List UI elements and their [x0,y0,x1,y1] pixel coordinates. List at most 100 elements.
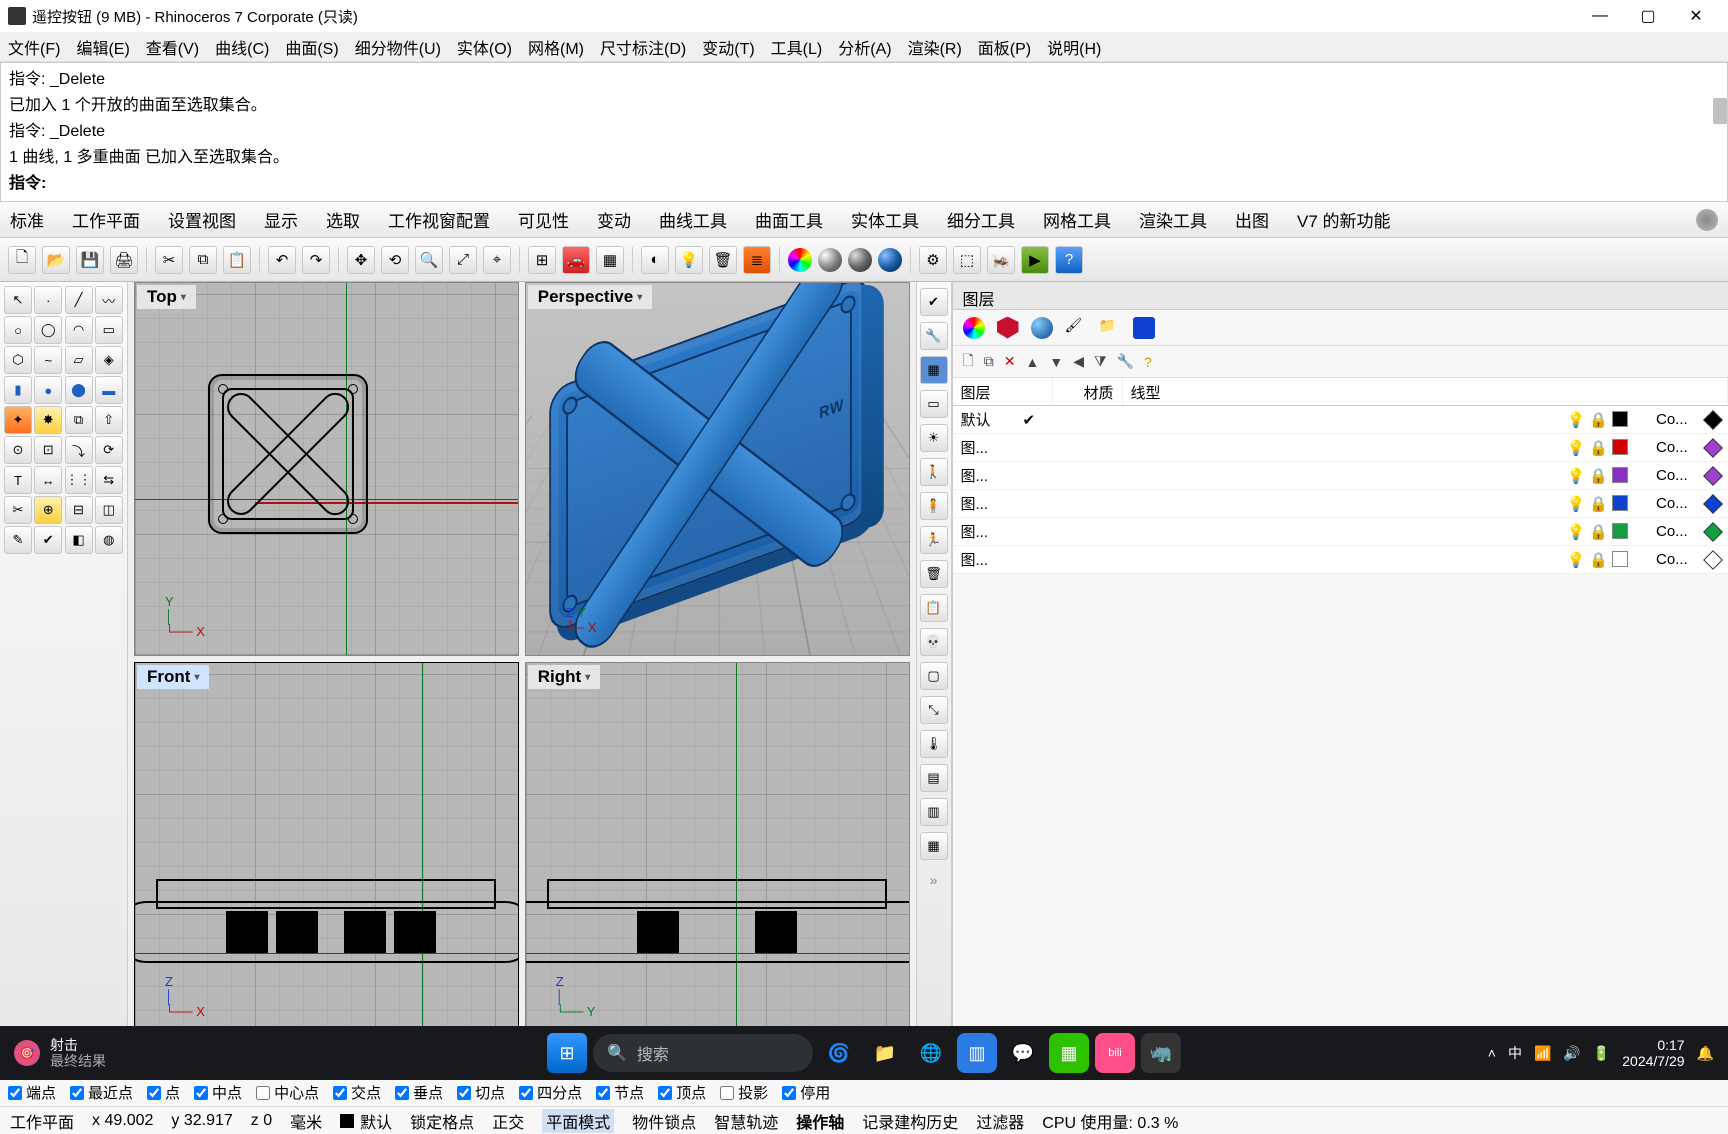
plane-icon[interactable]: ▬ [95,376,123,404]
osnap-checkbox[interactable] [658,1086,672,1100]
status-filter[interactable]: 过滤器 [976,1109,1024,1133]
move-up-icon[interactable]: ▲ [1026,354,1040,370]
wrench-icon[interactable]: 🔧 [920,322,948,350]
osnap-中心点[interactable]: 中心点 [256,1082,319,1103]
tray-chevron-icon[interactable]: ˄ [1488,1045,1496,1061]
task-bilibili-icon[interactable]: bili [1095,1033,1135,1073]
scrollbar-thumb[interactable] [1713,98,1727,124]
tray-volume-icon[interactable]: 🔊 [1563,1045,1580,1062]
osnap-四分点[interactable]: 四分点 [519,1082,582,1103]
tray-battery-icon[interactable]: 🔋 [1593,1045,1610,1062]
mirror-icon[interactable]: ⇆ [95,466,123,494]
osnap-checkbox[interactable] [70,1086,84,1100]
menu-dim[interactable]: 尺寸标注(D) [600,35,686,59]
sphere-icon[interactable]: ● [34,376,62,404]
tab-layout[interactable]: 出图 [1235,207,1269,232]
layer-icon[interactable]: ≣ [743,246,771,274]
rectangle-icon[interactable]: ▭ [95,316,123,344]
chevron-down-icon[interactable]: ▾ [181,292,186,303]
move-left-icon[interactable]: ◀ [1073,353,1084,370]
task-app3-icon[interactable]: ▦ [1049,1033,1089,1073]
render-small-icon[interactable]: ◍ [95,526,123,554]
human3-icon[interactable]: 🏃 [920,526,948,554]
osnap-节点[interactable]: 节点 [596,1082,644,1103]
osnap-停用[interactable]: 停用 [782,1082,830,1103]
layer-row[interactable]: 图...💡🔒Co... [953,490,1728,518]
maximize-button[interactable]: ▢ [1636,4,1660,28]
layer-print-diamond[interactable] [1703,522,1723,542]
open-file-icon[interactable]: 📂 [42,246,70,274]
help-icon[interactable]: ? [1055,246,1083,274]
viewport-top[interactable]: Y │ └── X Top▾ [134,282,519,656]
start-button[interactable]: ⊞ [547,1033,587,1073]
cplane-tool-icon[interactable]: ▭ [920,390,948,418]
layer-row[interactable]: 图...💡🔒Co... [953,462,1728,490]
delete-layer-icon[interactable]: ✕ [1004,353,1016,370]
tab-transform[interactable]: 变动 [597,207,631,232]
toolbar-options-icon[interactable] [1696,209,1718,231]
dim-icon[interactable]: ↔ [34,466,62,494]
lock-icon[interactable]: 🔒 [1589,467,1608,485]
osnap-checkbox[interactable] [720,1086,734,1100]
viewport-front[interactable]: Z │ └── X Front▾ [134,662,519,1036]
array-icon[interactable]: ⋮⋮ [65,466,93,494]
osnap-顶点[interactable]: 顶点 [658,1082,706,1103]
tab-rendertools[interactable]: 渲染工具 [1139,207,1207,232]
human2-icon[interactable]: 🧍 [920,492,948,520]
task-explorer-icon[interactable]: 📁 [865,1033,905,1073]
mesh-icon[interactable]: ⧉ [65,406,93,434]
status-history[interactable]: 记录建构历史 [862,1109,958,1133]
rotate-view-icon[interactable]: ⟲ [381,246,409,274]
taskbar-tip-title[interactable]: 射击 [50,1037,106,1053]
polygon-icon[interactable]: ⬡ [4,346,32,374]
task-app1-icon[interactable]: 🌀 [819,1033,859,1073]
viewport-label-right[interactable]: Right▾ [528,665,600,689]
hatch-icon[interactable]: ▤ [920,764,948,792]
polyline-icon[interactable]: ╱ [65,286,93,314]
layer-screen-icon[interactable] [1133,317,1155,339]
cut-icon[interactable]: ✂ [155,246,183,274]
options-icon[interactable]: ⚙ [919,246,947,274]
bulb-icon[interactable]: 💡 [1567,523,1586,541]
viewport-perspective[interactable]: RW Z Y └─ X Perspective▾ [525,282,910,656]
material-sphere3-icon[interactable] [878,248,902,272]
menu-view[interactable]: 查看(V) [146,35,199,59]
bulb-icon[interactable]: 💡 [1567,439,1586,457]
panel-tab-layers[interactable]: 图层 [953,282,1728,310]
move-icon[interactable]: ✥ [347,246,375,274]
lock-icon[interactable]: 🔒 [1589,411,1608,429]
curve-icon[interactable]: 〰 [95,286,123,314]
hide-icon[interactable]: 🗑 [709,246,737,274]
zoom-selected-icon[interactable]: ⌖ [483,246,511,274]
edit-pt-icon[interactable]: ⊙ [4,436,32,464]
chevron-down-icon[interactable]: ▾ [585,672,590,683]
surface-icon[interactable]: ▱ [65,346,93,374]
osnap-投影[interactable]: 投影 [720,1082,768,1103]
filter-icon[interactable]: ⧩ [1094,353,1107,370]
explode-icon[interactable]: ✸ [34,406,62,434]
layer-color-swatch[interactable] [1612,411,1628,427]
bend-icon[interactable]: ⤵ [65,436,93,464]
status-ortho[interactable]: 正交 [492,1109,524,1133]
arc-icon[interactable]: ◠ [65,316,93,344]
menu-help[interactable]: 说明(H) [1047,35,1101,59]
minimize-button[interactable]: — [1588,4,1612,28]
osnap-中点[interactable]: 中点 [194,1082,242,1103]
render-icon[interactable]: ▶ [1021,246,1049,274]
taskbar-search[interactable]: 🔍 搜索 [593,1034,813,1072]
layer-tools-icon[interactable]: 🔧 [1117,353,1134,370]
layer-help-icon[interactable]: ? [1144,354,1152,370]
set-view-icon[interactable]: 🚗 [562,246,590,274]
tab-cplane[interactable]: 工作平面 [72,207,140,232]
tab-display[interactable]: 显示 [264,207,298,232]
tab-v7new[interactable]: V7 的新功能 [1297,207,1391,232]
layer-print-diamond[interactable] [1703,550,1723,570]
patch-icon[interactable]: ◈ [95,346,123,374]
status-planar[interactable]: 平面模式 [542,1109,614,1133]
menu-surface[interactable]: 曲面(S) [285,35,338,59]
layer-brush-icon[interactable]: 🖌 [1065,317,1087,339]
layer-color-swatch[interactable] [1612,467,1628,483]
menu-file[interactable]: 文件(F) [8,35,60,59]
viewport-label-front[interactable]: Front▾ [137,665,209,689]
pointer-icon[interactable]: ↖ [4,286,32,314]
